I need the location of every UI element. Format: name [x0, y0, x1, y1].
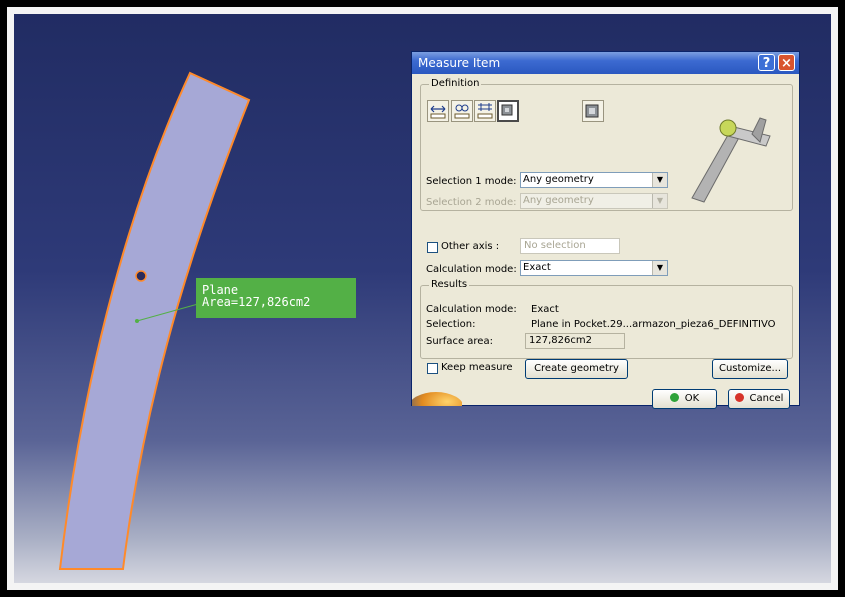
- results-calc-value: Exact: [531, 304, 559, 315]
- other-axis-label: Other axis :: [441, 241, 500, 252]
- dialog-title: Measure Item: [418, 56, 501, 70]
- measure-item-icon[interactable]: [497, 100, 519, 122]
- surface-area-label: Surface area:: [426, 336, 493, 347]
- globe-icon: [412, 392, 462, 406]
- other-axis-checkbox[interactable]: [427, 242, 438, 253]
- definition-legend: Definition: [429, 78, 482, 89]
- selection2-label: Selection 2 mode:: [426, 197, 517, 208]
- chevron-down-icon: ▼: [652, 261, 667, 275]
- close-button[interactable]: ×: [778, 54, 795, 71]
- callout-anchor: [135, 319, 139, 323]
- results-selection-value: Plane in Pocket.29...armazon_pieza6_DEFI…: [531, 319, 776, 330]
- caliper-icon: [691, 117, 771, 203]
- window-frame: Plane Area=127,826cm2 Measure Item ? × D…: [0, 0, 845, 597]
- results-calc-label: Calculation mode:: [426, 304, 517, 315]
- measure-item-dialog: Measure Item ? × Definition Selection 1 …: [411, 51, 800, 409]
- surface-area-value: 127,826cm2: [525, 333, 625, 349]
- results-legend: Results: [429, 279, 470, 290]
- plate-surface[interactable]: [58, 71, 251, 570]
- calc-mode-value: Exact: [523, 262, 551, 273]
- keep-measure-label: Keep measure: [441, 362, 513, 373]
- ok-label: OK: [684, 393, 700, 404]
- selection1-label: Selection 1 mode:: [426, 176, 517, 187]
- keep-measure-checkbox[interactable]: [427, 363, 438, 374]
- selection1-value: Any geometry: [523, 174, 594, 185]
- measure-between-icon[interactable]: [427, 100, 449, 122]
- measure-between-chain-icon[interactable]: [451, 100, 473, 122]
- measure-thickness-icon[interactable]: [582, 100, 604, 122]
- help-button[interactable]: ?: [758, 54, 775, 71]
- cancel-icon: [734, 393, 744, 402]
- other-axis-field[interactable]: No selection: [520, 238, 620, 254]
- results-selection-label: Selection:: [426, 319, 476, 330]
- 3d-viewport[interactable]: Plane Area=127,826cm2 Measure Item ? × D…: [14, 14, 831, 583]
- cancel-label: Cancel: [749, 393, 784, 404]
- calc-mode-dropdown[interactable]: Exact ▼: [520, 260, 668, 276]
- chevron-down-icon: ▼: [652, 173, 667, 187]
- calc-mode-label: Calculation mode:: [426, 264, 517, 275]
- measure-between-fan-icon[interactable]: [474, 100, 496, 122]
- callout-area: Area=127,826cm2: [202, 295, 311, 309]
- chevron-down-icon: ▼: [652, 194, 667, 208]
- selection2-dropdown[interactable]: Any geometry ▼: [520, 193, 668, 209]
- selection1-dropdown[interactable]: Any geometry ▼: [520, 172, 668, 188]
- hole: [135, 270, 147, 282]
- ok-icon: [669, 393, 679, 402]
- create-geometry-button[interactable]: Create geometry: [525, 359, 628, 379]
- dialog-titlebar[interactable]: Measure Item ? ×: [412, 52, 799, 74]
- cancel-button[interactable]: Cancel: [728, 389, 790, 409]
- selection2-value: Any geometry: [523, 195, 594, 206]
- customize-button[interactable]: Customize...: [712, 359, 788, 379]
- measure-callout[interactable]: Plane Area=127,826cm2: [196, 278, 356, 318]
- ok-button[interactable]: OK: [652, 389, 717, 409]
